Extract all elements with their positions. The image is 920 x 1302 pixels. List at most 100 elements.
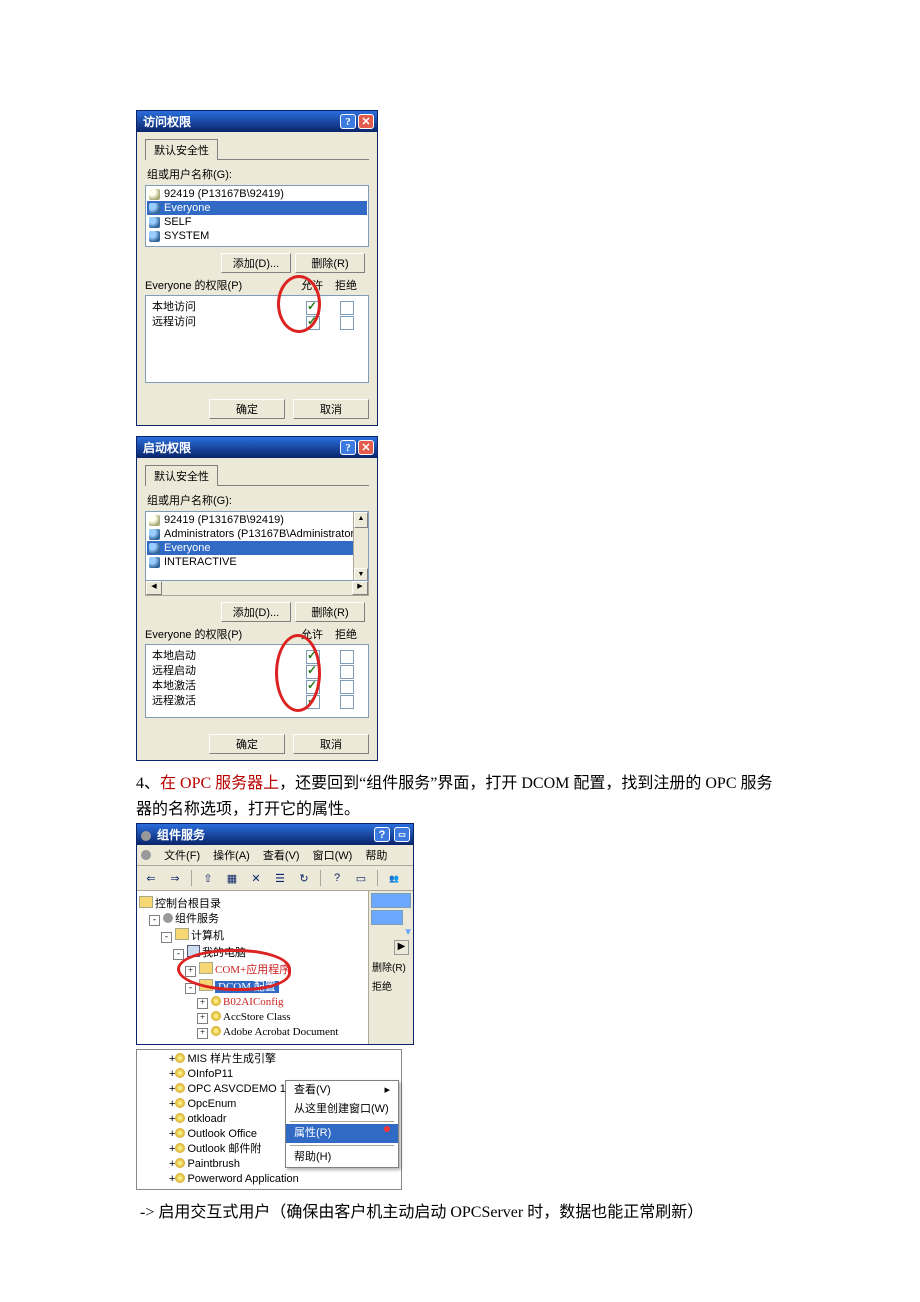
deny-checkbox[interactable] [340,665,354,679]
menu-item-help[interactable]: 帮助(H) [286,1148,398,1167]
collapse-icon[interactable]: - [149,915,160,926]
list-item: Administrators (P13167B\Administrators) [147,527,367,541]
component-icon [211,1011,221,1021]
menu-file[interactable]: 文件(F) [164,850,200,862]
launch-permissions-dialog: 启动权限 ? ✕ 默认安全性 组或用户名称(G): 92419 (P13167B… [136,436,378,761]
ok-button[interactable]: 确定 [209,399,285,419]
ok-button[interactable]: 确定 [209,734,285,754]
menu-window[interactable]: 窗口(W) [313,850,353,862]
expand-icon[interactable]: + [197,1028,208,1039]
deny-checkbox[interactable] [340,650,354,664]
allow-column: 允许 [295,626,329,642]
highlight-dot-icon [384,1126,390,1132]
deny-checkbox[interactable] [340,695,354,709]
allow-checkbox[interactable] [306,301,320,315]
expand-icon[interactable]: + [197,1013,208,1024]
instruction-step-5: -> 启用交互式用户（确保由客户机主动启动 OPCServer 时，数据也能正常… [136,1200,778,1226]
tree-item-opc-server[interactable]: OPC ASVCDEMO 1 [187,1083,285,1095]
remove-button[interactable]: 删除(R) [295,253,365,273]
deny-checkbox[interactable] [340,680,354,694]
list-item: SELF [147,215,367,229]
help-icon[interactable]: ? [340,114,356,129]
app-icon [141,831,151,841]
allow-checkbox[interactable] [306,316,320,330]
menu-bar[interactable]: 文件(F) 操作(A) 查看(V) 窗口(W) 帮助 [137,845,413,866]
help-icon[interactable]: ? [340,440,356,455]
services-icon [163,913,173,923]
menu-view[interactable]: 查看(V) [263,850,300,862]
back-icon[interactable]: ⇐ [141,868,161,888]
group-icon [149,217,160,228]
properties-icon[interactable]: ☰ [270,868,290,888]
users-list[interactable]: 92419 (P13167B\92419) Everyone SELF SYST… [145,185,369,247]
component-icon [175,1068,185,1078]
restore-icon[interactable]: ▭ [394,827,410,842]
refresh-icon[interactable]: ↻ [294,868,314,888]
component-icon [175,1113,185,1123]
list-item: Everyone [147,201,367,215]
list-item: INTERACTIVE [147,555,367,569]
show-icon[interactable]: ▦ [222,868,242,888]
menu-help[interactable]: 帮助 [365,850,387,862]
delete-icon[interactable]: ✕ [246,868,266,888]
menu-item-properties[interactable]: 属性(R) [286,1124,398,1143]
scrollbar-horizontal[interactable]: ◀▶ [145,581,369,596]
collapse-icon[interactable]: - [161,932,172,943]
allow-checkbox[interactable] [306,665,320,679]
forward-icon[interactable]: ⇒ [165,868,185,888]
app-icon [141,850,151,860]
component-icon [175,1173,185,1183]
instruction-step-4: 4、在 OPC 服务器上，还要回到“组件服务”界面，打开 DCOM 配置，找到注… [136,771,778,823]
deny-column: 拒绝 [329,277,363,293]
users-icon[interactable]: 👥 [384,868,404,888]
scrollbar-vertical[interactable]: ▲▼ [353,512,368,580]
users-list[interactable]: 92419 (P13167B\92419) Administrators (P1… [145,511,369,581]
remove-label[interactable]: 删除(R) [369,957,413,976]
collapse-icon[interactable]: - [185,983,196,994]
menu-item-new-window[interactable]: 从这里创建窗口(W) [286,1100,398,1119]
add-button[interactable]: 添加(D)... [221,253,291,273]
deny-checkbox[interactable] [340,301,354,315]
cancel-button[interactable]: 取消 [293,399,369,419]
tree-item-dcom-config[interactable]: DCOM 配置 [215,981,279,993]
allow-checkbox[interactable] [306,695,320,709]
component-icon [175,1098,185,1108]
component-services-window: 组件服务 ? ▭ 文件(F) 操作(A) 查看(V) 窗口(W) 帮助 ⇐ ⇒ … [136,823,414,1045]
list-item: 92419 (P13167B\92419) [147,187,367,201]
export-icon[interactable]: ▭ [351,868,371,888]
allow-column: 允许 [295,277,329,293]
close-icon[interactable]: ✕ [358,440,374,455]
tree-view[interactable]: 控制台根目录 -组件服务 -计算机 -我的电脑 +COM+应用程序 -DCOM … [137,891,368,1044]
tab-default-security[interactable]: 默认安全性 [145,139,218,160]
group-icon [149,203,160,214]
expand-icon[interactable]: + [197,998,208,1009]
user-icon [149,189,160,200]
right-pane: ▼ ▶ 删除(R) 拒绝 [368,891,413,1044]
folder-icon [175,928,189,940]
arrow-right-icon[interactable]: ▶ [394,940,409,955]
menu-item-view[interactable]: 查看(V)▸ [286,1081,398,1100]
folder-icon [139,896,153,908]
collapse-icon[interactable]: - [173,949,184,960]
component-icon [175,1128,185,1138]
component-icon [175,1083,185,1093]
up-icon[interactable]: ⇧ [198,868,218,888]
list-item: Everyone [147,541,367,555]
add-button[interactable]: 添加(D)... [221,602,291,622]
deny-label: 拒绝 [369,976,413,995]
cancel-button[interactable]: 取消 [293,734,369,754]
access-permissions-dialog: 访问权限 ? ✕ 默认安全性 组或用户名称(G): 92419 (P13167B… [136,110,378,426]
group-icon [149,543,160,554]
help-icon[interactable]: ? [327,868,347,888]
expand-icon[interactable]: + [185,966,196,977]
tab-default-security[interactable]: 默认安全性 [145,465,218,486]
menu-action[interactable]: 操作(A) [213,850,250,862]
window-title: 组件服务 [157,826,205,843]
deny-checkbox[interactable] [340,316,354,330]
help-icon[interactable]: ? [374,827,390,842]
allow-checkbox[interactable] [306,650,320,664]
close-icon[interactable]: ✕ [358,114,374,129]
allow-checkbox[interactable] [306,680,320,694]
remove-button[interactable]: 删除(R) [295,602,365,622]
dialog-title: 启动权限 [143,439,191,456]
